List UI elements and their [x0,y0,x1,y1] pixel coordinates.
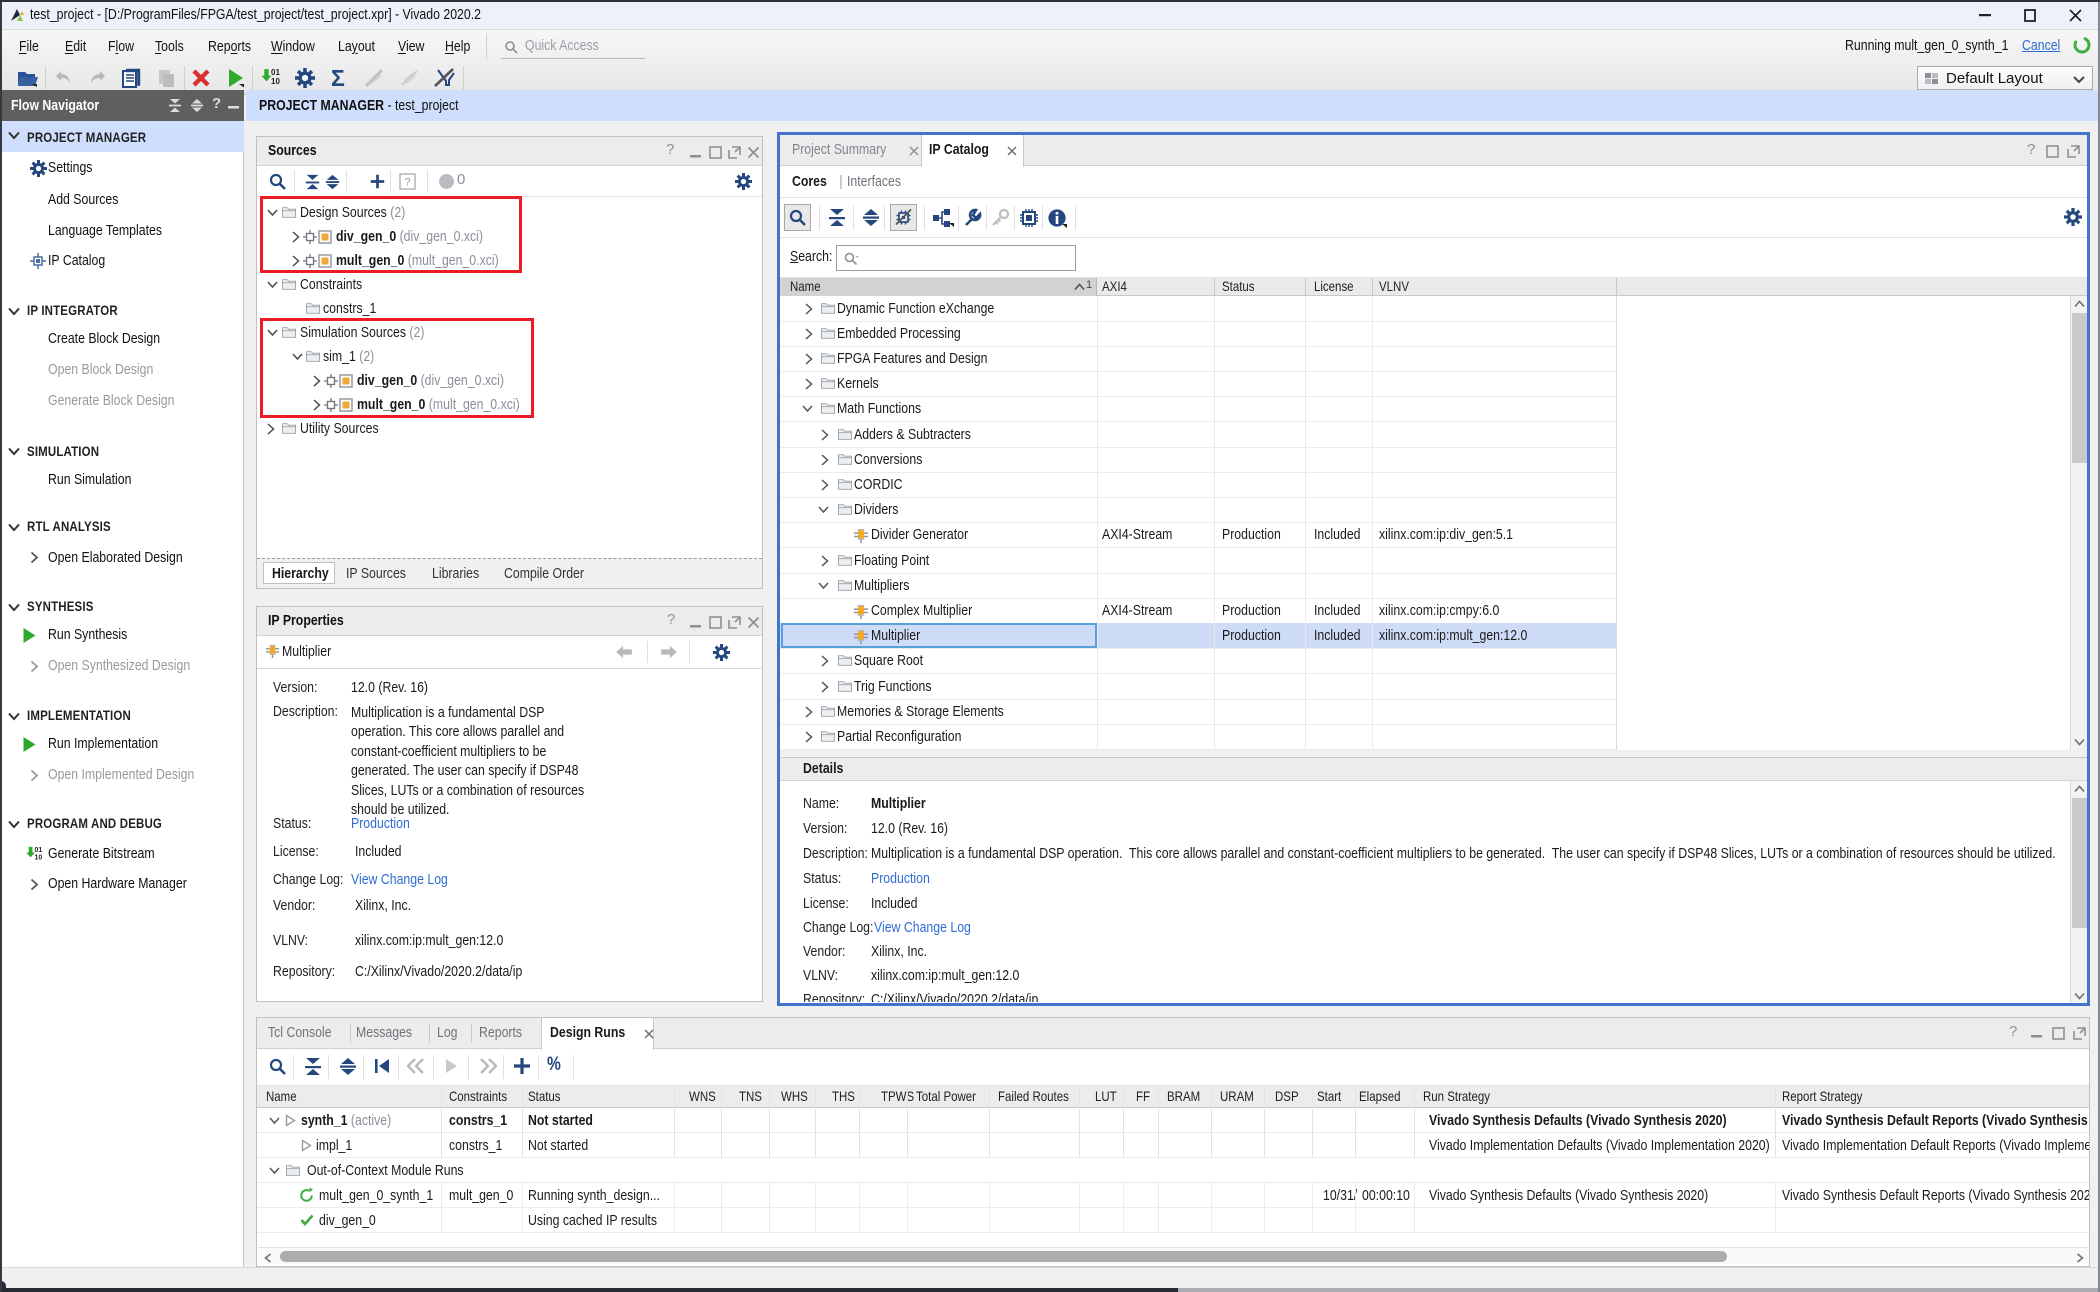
svg-text:10: 10 [271,77,280,86]
svg-text:01: 01 [271,68,280,77]
svg-text:10: 10 [35,855,43,862]
svg-text:01: 01 [35,847,43,854]
svg-text:?: ? [404,177,410,189]
